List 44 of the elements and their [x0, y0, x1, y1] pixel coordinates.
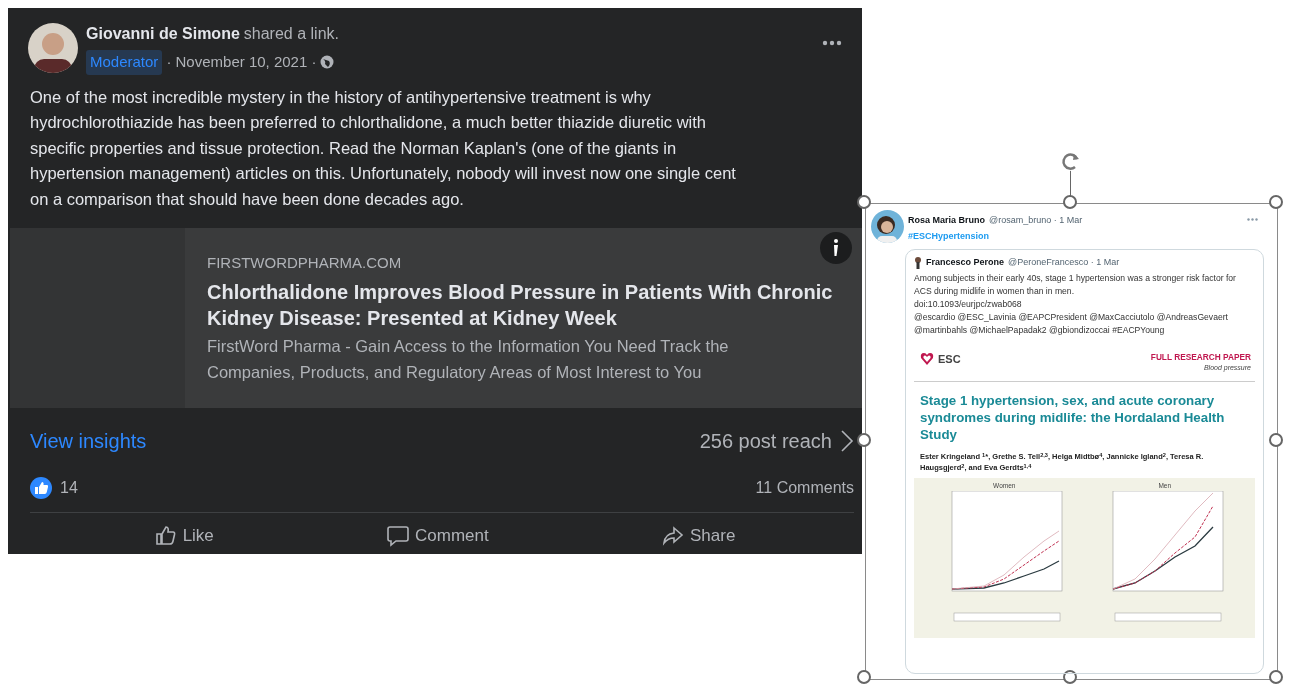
doi-text: doi:10.1093/eurjpc/zwab068 — [914, 297, 1023, 311]
more-icon[interactable] — [822, 40, 842, 46]
author-name[interactable]: Francesco Perone — [926, 256, 1005, 270]
globe-icon — [320, 55, 335, 70]
thumbs-up-icon — [154, 524, 177, 547]
like-reaction-icon[interactable] — [30, 477, 52, 499]
moderator-badge: Moderator — [86, 50, 163, 75]
comment-button[interactable]: Comment — [377, 519, 499, 553]
share-arrow-icon — [662, 524, 684, 547]
reaction-count[interactable]: 14 — [60, 476, 78, 500]
speech-bubble-icon — [387, 524, 410, 547]
resize-handle[interactable] — [1269, 195, 1283, 209]
heart-logo-icon — [920, 351, 934, 366]
like-button[interactable]: Like — [144, 519, 224, 553]
post-date[interactable]: · November 10, 2021 · — [166, 51, 317, 74]
link-preview[interactable] — [10, 228, 862, 408]
resize-handle[interactable] — [1269, 670, 1283, 684]
resize-handle[interactable] — [1269, 433, 1283, 447]
author-name[interactable]: Giovanni de Simone — [86, 22, 240, 46]
avatar-icon[interactable] — [28, 23, 78, 74]
link-description: FirstWord Pharma - Gain Access to the Information You Need Track the Companies, Products, and Regulatory Areas of Most Interest to You — [207, 335, 730, 383]
share-button[interactable]: Share — [652, 519, 746, 553]
post-text: One of the most incredible mystery in the history of antihypertensive treatment is why hydrochlorothiazide has been preferred to chlorthalidone, a much better thiazide diuretic with specific properties and tissue protection. Read the Norman Kaplan's (one of the giants in hypertension management) articles on this. Unfortunately, nobody will invest now one single cent on a comparison that should have been done decades ago. — [29, 86, 737, 210]
post-reach[interactable]: 256 post reach — [699, 426, 832, 456]
chevron-right-icon[interactable] — [840, 429, 854, 453]
resize-handle[interactable] — [1063, 195, 1077, 209]
mentions-text: @escardio @ESC_Lavinia @EAPCPresident @MaxCacciutolo @AndreasGevaert @martinbahls @MichaelPapadak2 @gbiondizoccai #EACPYoung — [914, 310, 1229, 337]
resize-handle[interactable] — [1063, 670, 1077, 684]
insights-link[interactable]: View insights — [30, 426, 147, 456]
paper-type: FULL RESEARCH PAPER — [1150, 350, 1251, 363]
author-name[interactable]: Rosa Maria Bruno — [908, 214, 985, 228]
resize-handle[interactable] — [857, 670, 871, 684]
tweet-text: Among subjects in their early 40s, stage 1 hypertension was a stronger risk factor for ACS during midlife in women than in men. — [914, 271, 1237, 298]
info-icon[interactable] — [820, 232, 852, 264]
action-text: shared a link. — [243, 24, 339, 44]
tweet-handle: @rosam_bruno · 1 Mar — [989, 214, 1083, 227]
esc-logo: ESC — [938, 351, 961, 367]
link-domain: FIRSTWORDPHARMA.COM — [207, 253, 403, 273]
link-title: Chlorthalidone Improves Blood Pressure in Patients With Chronic Kidney Disease: Presented at Kidney Week — [207, 279, 834, 331]
comments-count[interactable]: 11 Comments — [755, 476, 854, 500]
paper-title: Stage 1 hypertension, sex, and acute coronary syndromes during midlife: the Hordaland Health Study — [919, 392, 1226, 444]
person-icon — [914, 256, 922, 269]
resize-handle[interactable] — [857, 195, 871, 209]
tweet-handle: @PeroneFrancesco · 1 Mar — [1008, 256, 1120, 269]
